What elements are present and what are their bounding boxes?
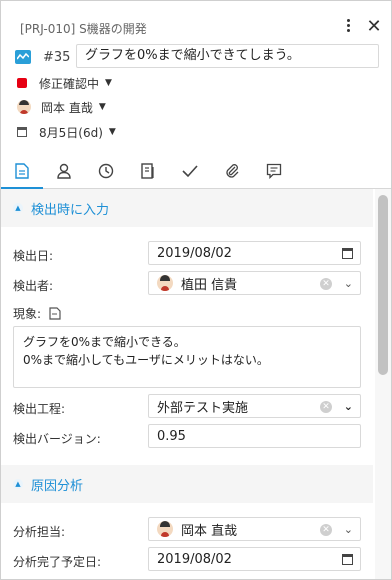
attachment-icon — [226, 164, 239, 178]
more-menu-icon[interactable] — [341, 17, 355, 37]
due-date-label: 8月5日(6d) — [39, 125, 103, 140]
version-value: 0.95 — [157, 428, 186, 444]
detect-date-value: 2019/08/02 — [157, 245, 232, 261]
avatar — [157, 275, 173, 291]
chevron-down-icon[interactable]: ⌄ — [344, 277, 353, 290]
chevron-up-icon: ▲ — [13, 479, 23, 489]
section-cause-header[interactable]: ▲ 原因分析 — [1, 465, 373, 503]
clear-icon[interactable]: ✕ — [320, 278, 332, 290]
detect-date-field[interactable]: 2019/08/02 — [148, 241, 361, 265]
tab-comments[interactable] — [253, 153, 295, 189]
clear-icon[interactable]: ✕ — [320, 524, 332, 536]
analysis-due-field[interactable]: 2019/08/02 — [148, 547, 361, 571]
chevron-up-icon: ▲ — [13, 203, 23, 213]
phenomenon-label-row: 現象: — [13, 305, 61, 322]
checklist-icon — [141, 163, 154, 179]
clock-icon — [98, 163, 114, 179]
analyst-value: 岡本 直哉 — [181, 523, 238, 539]
analyst-label: 分析担当: — [13, 525, 66, 539]
analysis-due-label: 分析完了予定日: — [13, 555, 102, 569]
chevron-down-icon: ▼ — [105, 78, 112, 88]
document-icon — [15, 163, 29, 179]
analysis-due-value: 2019/08/02 — [157, 551, 232, 567]
chevron-down-icon[interactable]: ⌄ — [344, 400, 353, 413]
ticket-detail-panel: [PRJ-010] S機器の開発 ✕ #35 グラフを0%まで縮小できてしまう。… — [0, 0, 392, 580]
process-label: 検出工程: — [13, 402, 66, 416]
close-icon[interactable]: ✕ — [365, 18, 383, 36]
edit-note-icon[interactable] — [49, 307, 61, 320]
calendar-icon — [17, 127, 27, 137]
tab-history[interactable] — [85, 153, 127, 189]
tab-bar — [1, 153, 391, 190]
phenomenon-label: 現象: — [13, 307, 42, 321]
process-value: 外部テスト実施 — [157, 400, 249, 416]
check-icon — [182, 165, 198, 178]
status-color-icon — [17, 78, 27, 88]
version-label: 検出バージョン: — [13, 432, 101, 446]
chart-type-icon — [15, 50, 31, 64]
detect-date-label: 検出日: — [13, 249, 54, 263]
avatar — [17, 100, 31, 114]
title-row: #35 グラフを0%まで縮小できてしまう。 — [15, 44, 379, 69]
assignee-selector[interactable]: 岡本 直哉 ▼ — [17, 97, 106, 117]
form-content: ▲ 検出時に入力 検出日: 2019/08/02 検出者: 植田 信貴 ✕ ⌄ … — [1, 189, 373, 579]
title-input[interactable]: グラフを0%まで縮小できてしまう。 — [76, 44, 379, 68]
tab-details[interactable] — [1, 153, 43, 190]
clear-icon[interactable]: ✕ — [320, 401, 332, 413]
analyst-select[interactable]: 岡本 直哉 ✕ ⌄ — [148, 517, 361, 541]
tab-checklist[interactable] — [127, 153, 169, 189]
version-input[interactable]: 0.95 — [148, 424, 361, 448]
comment-icon — [266, 163, 282, 179]
ticket-number: #35 — [43, 49, 71, 65]
calendar-icon[interactable] — [342, 248, 353, 259]
section-title: 原因分析 — [31, 478, 84, 494]
project-name: [PRJ-010] S機器の開発 — [20, 22, 147, 36]
detector-label: 検出者: — [13, 279, 54, 293]
assignee-name: 岡本 直哉 — [41, 100, 93, 115]
chevron-down-icon: ▼ — [108, 127, 116, 137]
tab-members[interactable] — [43, 153, 85, 189]
tab-attachments[interactable] — [211, 153, 253, 189]
process-select[interactable]: 外部テスト実施 ✕ ⌄ — [148, 394, 361, 418]
status-selector[interactable]: 修正確認中 ▼ — [17, 73, 112, 93]
chevron-down-icon: ▼ — [98, 102, 106, 112]
section-title: 検出時に入力 — [31, 202, 110, 218]
chevron-down-icon[interactable]: ⌄ — [344, 523, 353, 536]
detector-value: 植田 信貴 — [181, 277, 238, 293]
detector-select[interactable]: 植田 信貴 ✕ ⌄ — [148, 271, 361, 295]
avatar — [157, 521, 173, 537]
due-date-selector[interactable]: 8月5日(6d) ▼ — [17, 122, 116, 142]
phenomenon-textarea[interactable]: グラフを0%まで縮小できる。 0%まで縮小してもユーザにメリットはない。 — [13, 326, 361, 388]
tab-approval[interactable] — [169, 153, 211, 189]
section-detect-header[interactable]: ▲ 検出時に入力 — [1, 189, 373, 227]
person-icon — [57, 163, 71, 179]
scrollbar[interactable] — [375, 189, 391, 579]
ticket-header: [PRJ-010] S機器の開発 ✕ #35 グラフを0%まで縮小できてしまう。… — [1, 1, 391, 153]
status-label: 修正確認中 — [39, 76, 100, 91]
scrollbar-thumb[interactable] — [378, 195, 388, 375]
calendar-icon[interactable] — [342, 554, 353, 565]
